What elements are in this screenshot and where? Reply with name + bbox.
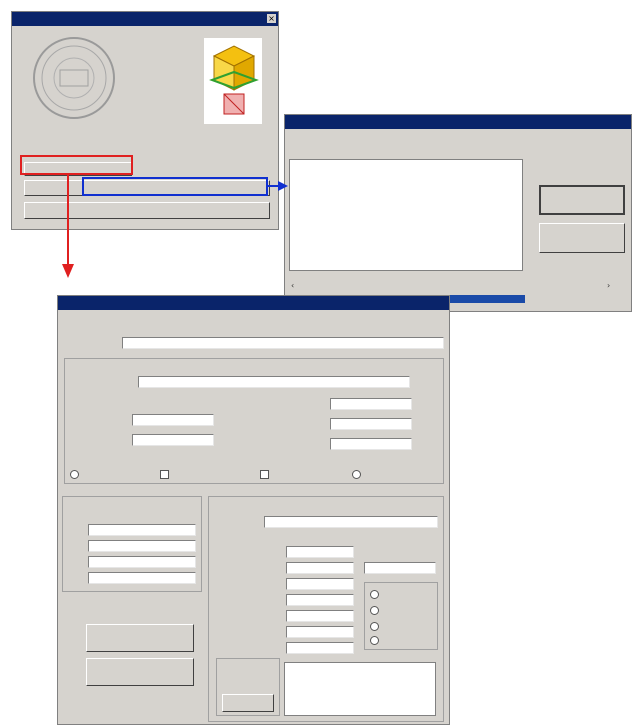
item-list[interactable] — [284, 662, 436, 716]
radio-icon — [352, 470, 361, 479]
right-pair-input[interactable] — [330, 418, 412, 430]
field-input-1[interactable] — [122, 337, 444, 349]
radio-icon — [370, 606, 379, 615]
radio-icon — [370, 590, 379, 599]
right-group-input[interactable] — [286, 578, 354, 590]
right-group-input[interactable] — [286, 546, 354, 558]
option-radio[interactable] — [352, 470, 364, 479]
radio-option[interactable] — [370, 606, 382, 615]
info-titlebar — [285, 115, 631, 129]
info-line — [294, 187, 518, 195]
radio-option[interactable] — [370, 636, 382, 645]
info-line — [294, 163, 518, 171]
left-pair-input[interactable] — [132, 414, 214, 426]
info-line — [294, 227, 518, 235]
radio-icon — [370, 622, 379, 631]
info-text-area[interactable] — [289, 159, 523, 271]
option-radio[interactable] — [70, 470, 82, 479]
left-group-input[interactable] — [88, 524, 196, 536]
option-check[interactable] — [160, 470, 172, 479]
info-line — [294, 195, 518, 203]
right-pair-input[interactable] — [330, 398, 412, 410]
option-row — [70, 470, 440, 482]
highlight-box-blue — [82, 177, 268, 196]
list-action-button[interactable] — [222, 694, 274, 712]
about-ok-button[interactable] — [24, 202, 270, 219]
field-input-2[interactable] — [138, 376, 410, 388]
left-group-input[interactable] — [88, 572, 196, 584]
info-dialog: ‹ › — [284, 114, 632, 312]
info-cancel-button[interactable] — [539, 223, 625, 253]
info-line — [294, 171, 518, 179]
left-group-input[interactable] — [88, 556, 196, 568]
right-group-input[interactable] — [286, 626, 354, 638]
radio-icon — [370, 636, 379, 645]
radio-option[interactable] — [370, 590, 382, 599]
about-titlebar: × — [12, 12, 278, 26]
config-titlebar — [58, 296, 449, 310]
info-line — [294, 211, 518, 219]
left-group-input[interactable] — [88, 540, 196, 552]
info-line — [294, 203, 518, 211]
scroll-right-icon[interactable]: › — [607, 281, 610, 290]
option-check[interactable] — [260, 470, 272, 479]
info-line — [294, 179, 518, 187]
info-line — [294, 235, 518, 243]
about-window: × — [11, 11, 279, 230]
info-line — [294, 243, 518, 251]
radio-option[interactable] — [370, 622, 382, 631]
config-ok-button[interactable] — [86, 624, 194, 652]
right-group-top-input[interactable] — [264, 516, 438, 528]
info-line — [294, 219, 518, 227]
left-pair-input[interactable] — [132, 434, 214, 446]
side-input[interactable] — [364, 562, 436, 574]
config-cancel-button[interactable] — [86, 658, 194, 686]
right-group-input[interactable] — [286, 642, 354, 654]
right-group-input[interactable] — [286, 594, 354, 606]
highlight-box-red — [20, 155, 133, 175]
right-group-input[interactable] — [286, 562, 354, 574]
close-icon[interactable]: × — [267, 14, 276, 23]
seal-emblem-icon — [30, 34, 118, 122]
3d-cube-icon — [204, 38, 262, 124]
info-ok-button[interactable] — [539, 185, 625, 215]
right-group-input[interactable] — [286, 610, 354, 622]
right-pair-input[interactable] — [330, 438, 412, 450]
checkbox-icon — [160, 470, 169, 479]
config-window — [57, 295, 450, 725]
scroll-left-icon[interactable]: ‹ — [291, 281, 294, 290]
radio-icon — [70, 470, 79, 479]
info-line — [294, 251, 518, 259]
red-arrow-head — [62, 264, 74, 278]
checkbox-icon — [260, 470, 269, 479]
